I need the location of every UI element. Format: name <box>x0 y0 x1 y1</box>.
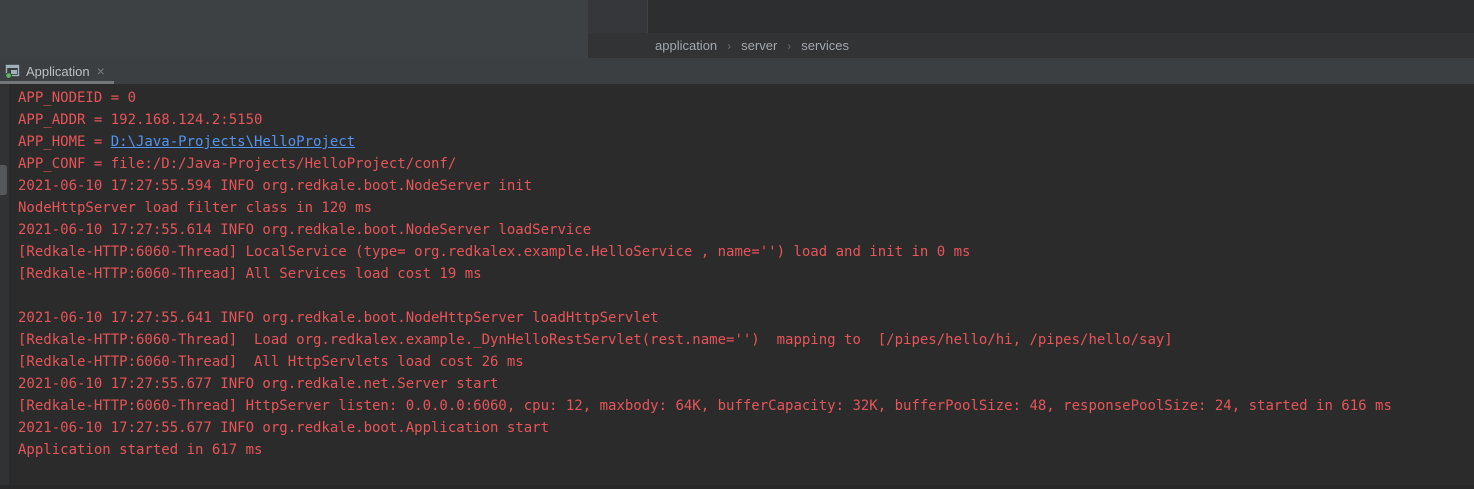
file-link[interactable]: D:\Java-Projects\HelloProject <box>111 134 355 150</box>
scrollbar-thumb[interactable] <box>0 165 7 195</box>
chevron-right-icon: › <box>787 39 791 53</box>
console-line <box>18 285 1392 307</box>
console-gutter <box>0 84 9 489</box>
console-line: [Redkale-HTTP:6060-Thread] All HttpServl… <box>18 351 1392 373</box>
breadcrumb: application › server › services <box>588 33 1474 58</box>
tab-application[interactable]: Application × <box>0 58 114 84</box>
console-line: APP_CONF = file:/D:/Java-Projects/HelloP… <box>18 153 1392 175</box>
console-line: APP_ADDR = 192.168.124.2:5150 <box>18 109 1392 131</box>
console-log: APP_NODEID = 0APP_ADDR = 192.168.124.2:5… <box>18 87 1392 461</box>
chevron-right-icon: › <box>727 39 731 53</box>
editor-panel-middle <box>588 0 647 33</box>
breadcrumb-item-server[interactable]: server <box>741 38 777 53</box>
console-line: [Redkale-HTTP:6060-Thread] LocalService … <box>18 241 1392 263</box>
console-line: 2021-06-10 17:27:55.677 INFO org.redkale… <box>18 417 1392 439</box>
console-line: APP_NODEID = 0 <box>18 87 1392 109</box>
editor-panel-right <box>647 0 1474 33</box>
console-line: [Redkale-HTTP:6060-Thread] Load org.redk… <box>18 329 1392 351</box>
run-console-icon <box>5 63 21 79</box>
close-icon[interactable]: × <box>97 64 105 78</box>
bottom-edge <box>0 485 1474 489</box>
tab-label: Application <box>26 64 90 79</box>
console-line: [Redkale-HTTP:6060-Thread] HttpServer li… <box>18 395 1392 417</box>
console-line: 2021-06-10 17:27:55.641 INFO org.redkale… <box>18 307 1392 329</box>
breadcrumb-item-application[interactable]: application <box>655 38 717 53</box>
console-tab-bar: Application × <box>0 58 1474 84</box>
console-line: 2021-06-10 17:27:55.614 INFO org.redkale… <box>18 219 1392 241</box>
console-line: 2021-06-10 17:27:55.677 INFO org.redkale… <box>18 373 1392 395</box>
console-line: 2021-06-10 17:27:55.594 INFO org.redkale… <box>18 175 1392 197</box>
console-line: Application started in 617 ms <box>18 439 1392 461</box>
editor-panel-left <box>0 0 588 58</box>
console-line: [Redkale-HTTP:6060-Thread] All Services … <box>18 263 1392 285</box>
console-line-prefix: APP_HOME = <box>18 134 111 150</box>
breadcrumb-item-services[interactable]: services <box>801 38 849 53</box>
console-line: APP_HOME = D:\Java-Projects\HelloProject <box>18 131 1392 153</box>
console-line: NodeHttpServer load filter class in 120 … <box>18 197 1392 219</box>
